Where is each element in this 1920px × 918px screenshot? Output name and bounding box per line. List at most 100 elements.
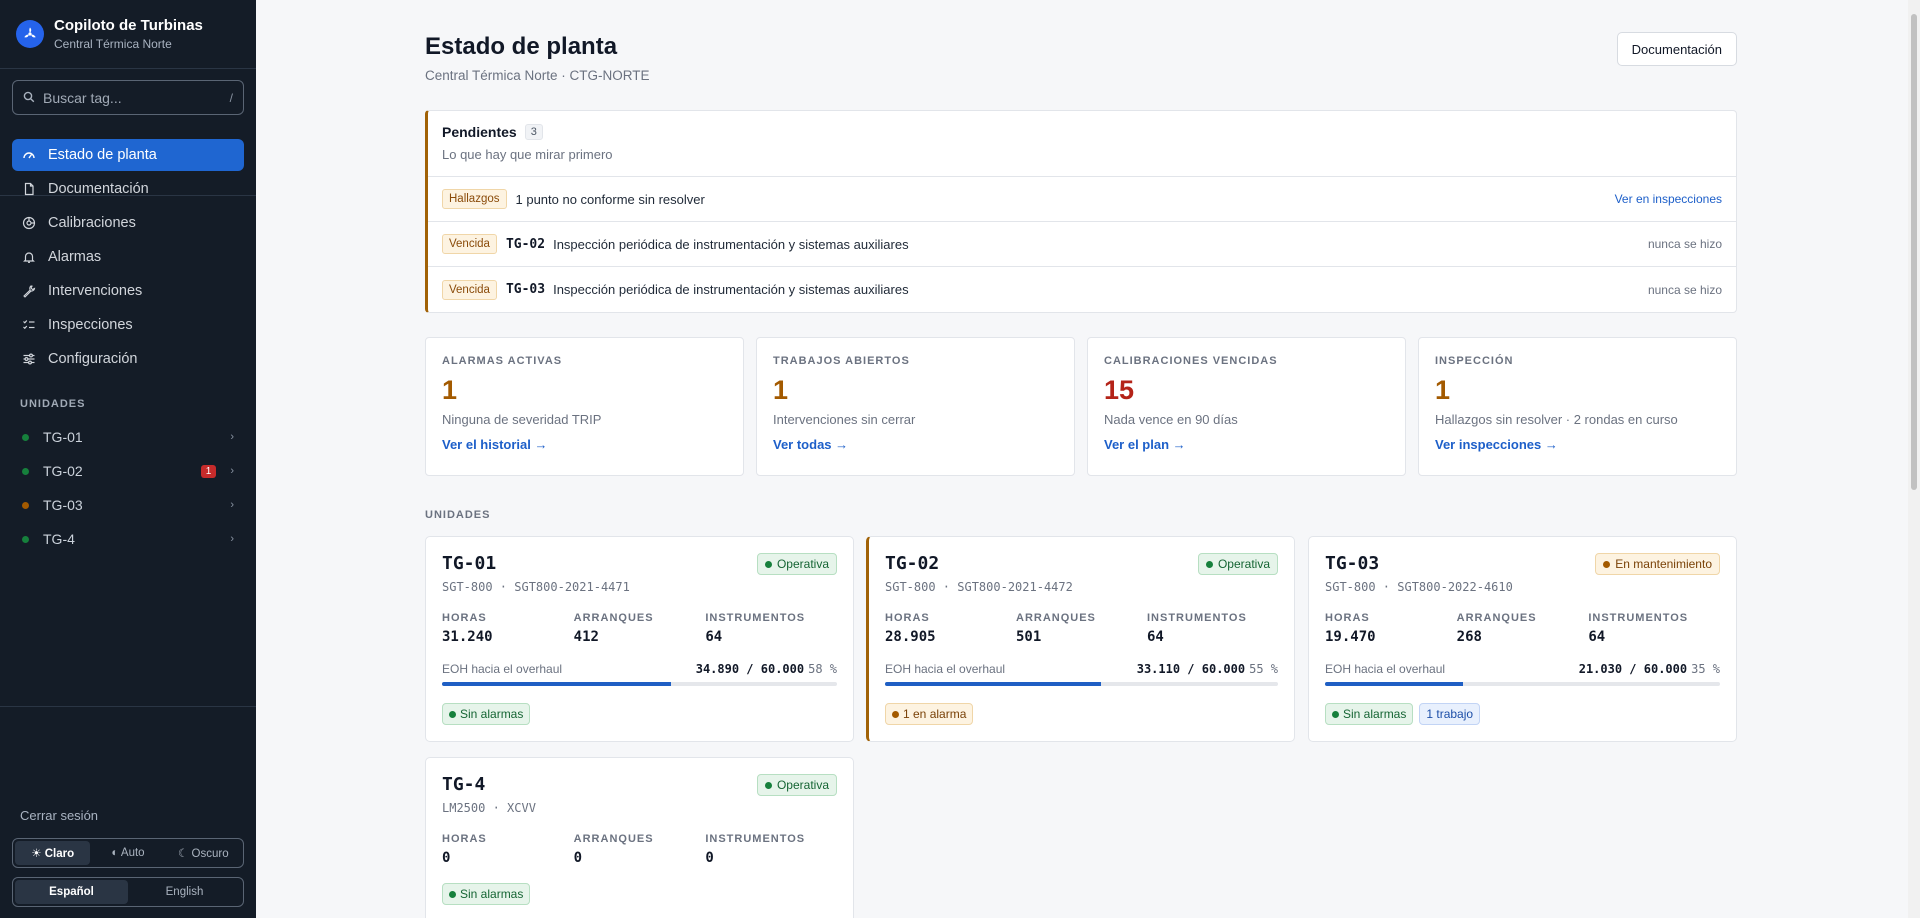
nav-label: Calibraciones bbox=[48, 215, 136, 231]
sidebar-unit-tg-02[interactable]: TG-02 1 › bbox=[12, 454, 244, 488]
status-badge: Operativa bbox=[756, 553, 837, 575]
unit-list: TG-01 › TG-02 1 › TG-03 › TG-4 › bbox=[12, 420, 244, 556]
unit-name: TG-02 bbox=[43, 463, 83, 479]
theme-auto-option[interactable]: ◐ Auto bbox=[90, 841, 165, 865]
starts-value: 0 bbox=[573, 850, 583, 866]
kpi-link[interactable]: Ver inspecciones → bbox=[1435, 437, 1720, 452]
nav-item-calibraciones[interactable]: Calibraciones bbox=[12, 207, 244, 239]
sidebar-unit-tg-01[interactable]: TG-01 › bbox=[12, 420, 244, 454]
hours-label: HORAS bbox=[885, 612, 930, 624]
documentation-button[interactable]: Documentación bbox=[1616, 32, 1737, 66]
language-switcher: Español English bbox=[12, 877, 244, 907]
nav-item-estado-de-planta[interactable]: Estado de planta bbox=[12, 139, 244, 171]
eoh-progress-fill bbox=[885, 682, 1102, 686]
pending-text: Inspección periódica de instrumentación … bbox=[553, 236, 909, 252]
hours-label: HORAS bbox=[442, 833, 487, 845]
unit-card-tg-4[interactable]: TG-4 LM2500 · XCVV Operativa HORAS 0 ARRA… bbox=[425, 757, 854, 918]
pending-description: Lo que hay que mirar primero bbox=[442, 147, 613, 162]
pending-title: Pendientes bbox=[442, 124, 517, 140]
eoh-value: 34.890 / 60.000 bbox=[695, 662, 805, 676]
alarm-status-chip: Sin alarmas bbox=[1325, 703, 1414, 725]
status-badge: En mantenimiento bbox=[1595, 553, 1720, 575]
chevron-right-icon: › bbox=[230, 431, 234, 443]
theme-dark-option[interactable]: ☾ Oscuro bbox=[166, 841, 241, 865]
sidebar: Copiloto de Turbinas Central Térmica Nor… bbox=[0, 0, 256, 918]
starts-label: ARRANQUES bbox=[573, 833, 654, 845]
starts-value: 501 bbox=[1016, 629, 1042, 645]
pending-row[interactable]: Vencida TG-02 Inspección periódica de in… bbox=[428, 222, 1736, 267]
logout-link[interactable]: Cerrar sesión bbox=[20, 808, 98, 823]
unit-model: SGT-800 · SGT800-2021-4472 bbox=[885, 580, 1073, 594]
kpi-link[interactable]: Ver todas → bbox=[773, 437, 1058, 452]
pending-tag: Vencida bbox=[442, 234, 497, 254]
page-title: Estado de planta bbox=[425, 33, 618, 60]
kpi-card-inspection: INSPECCIÓN 1 Hallazgos sin resolver · 2 … bbox=[1418, 337, 1737, 476]
hours-value: 0 bbox=[442, 850, 451, 866]
sidebar-divider bbox=[0, 706, 256, 707]
starts-value: 412 bbox=[573, 629, 599, 645]
pending-text: Inspección periódica de instrumentación … bbox=[553, 282, 909, 297]
view-in-inspections-link[interactable]: Ver en inspecciones bbox=[1615, 192, 1722, 206]
hours-label: HORAS bbox=[1325, 612, 1370, 624]
instruments-label: INSTRUMENTOS bbox=[1147, 612, 1247, 624]
status-text: Operativa bbox=[776, 778, 829, 792]
lang-en-option[interactable]: English bbox=[128, 880, 241, 904]
kpi-card-open-jobs: TRABAJOS ABIERTOS 1 Intervenciones sin c… bbox=[756, 337, 1075, 476]
chip-label: Sin alarmas bbox=[460, 887, 524, 901]
unit-card-tg-01[interactable]: TG-01 SGT-800 · SGT800-2021-4471 Operati… bbox=[425, 536, 854, 742]
status-dot bbox=[1332, 710, 1339, 718]
eoh-progress-fill bbox=[1325, 682, 1464, 686]
nav-label: Alarmas bbox=[48, 249, 102, 265]
nav-item-inspecciones[interactable]: Inspecciones bbox=[12, 309, 244, 341]
kpi-description: Hallazgos sin resolver · 2 rondas en cur… bbox=[1435, 412, 1678, 427]
sidebar-unit-tg-4[interactable]: TG-4 › bbox=[12, 522, 244, 556]
hours-value: 28.905 bbox=[885, 629, 936, 645]
unit-card-tg-03[interactable]: TG-03 SGT-800 · SGT800-2022-4610 En mant… bbox=[1308, 536, 1737, 742]
nav-item-configuracion[interactable]: Configuración bbox=[12, 343, 244, 375]
status-dot bbox=[22, 501, 29, 509]
nav-item-alarmas[interactable]: Alarmas bbox=[12, 241, 244, 273]
search-input[interactable] bbox=[43, 89, 230, 106]
kpi-label: ALARMAS ACTIVAS bbox=[442, 355, 563, 367]
pending-row: Hallazgos 1 punto no conforme sin resolv… bbox=[428, 177, 1736, 222]
kpi-link[interactable]: Ver el historial → bbox=[442, 437, 727, 452]
eoh-progress-bar bbox=[442, 682, 837, 686]
eoh-value: 21.030 / 60.000 bbox=[1578, 662, 1688, 676]
search-icon bbox=[23, 90, 35, 106]
kpi-link[interactable]: Ver el plan → bbox=[1104, 437, 1389, 452]
kpi-card-alarms: ALARMAS ACTIVAS 1 Ninguna de severidad T… bbox=[425, 337, 744, 476]
status-dot bbox=[22, 433, 29, 441]
work-order-chip: 1 trabajo bbox=[1419, 703, 1481, 725]
alarm-status-chip: Sin alarmas bbox=[442, 703, 531, 725]
unit-name: TG-03 bbox=[43, 497, 83, 513]
nav-item-intervenciones[interactable]: Intervenciones bbox=[12, 275, 244, 307]
unit-card-tg-02[interactable]: TG-02 SGT-800 · SGT800-2021-4472 Operati… bbox=[866, 536, 1295, 742]
chevron-right-icon: › bbox=[230, 533, 234, 545]
eoh-label: EOH hacia el overhaul bbox=[885, 662, 1006, 676]
nav-item-documentacion[interactable]: Documentación bbox=[12, 173, 244, 205]
search-box[interactable]: / bbox=[12, 80, 244, 115]
bell-icon bbox=[23, 252, 35, 263]
unit-name: TG-4 bbox=[43, 531, 75, 547]
unit-name: TG-01 bbox=[442, 553, 497, 574]
status-dot bbox=[449, 890, 456, 898]
scrollbar-thumb[interactable] bbox=[1911, 14, 1917, 490]
nav-label: Estado de planta bbox=[48, 147, 157, 163]
plant-name: Central Térmica Norte bbox=[54, 37, 172, 51]
alarm-status-chip: Sin alarmas bbox=[442, 883, 531, 905]
pending-row[interactable]: Vencida TG-03 Inspección periódica de in… bbox=[428, 267, 1736, 312]
page-scrollbar[interactable] bbox=[1908, 0, 1920, 918]
sidebar-unit-tg-03[interactable]: TG-03 › bbox=[12, 488, 244, 522]
kpi-value: 1 bbox=[1435, 375, 1451, 405]
kpi-value: 15 bbox=[1104, 375, 1135, 405]
lang-es-option[interactable]: Español bbox=[15, 880, 128, 904]
brand[interactable]: Copiloto de Turbinas Central Térmica Nor… bbox=[0, 0, 256, 69]
status-dot bbox=[764, 781, 772, 789]
unit-name: TG-02 bbox=[885, 553, 940, 574]
starts-label: ARRANQUES bbox=[573, 612, 654, 624]
eoh-percent: 55 % bbox=[1249, 662, 1278, 676]
theme-light-option[interactable]: ☀ Claro bbox=[15, 841, 91, 865]
pending-unit: TG-02 bbox=[505, 236, 546, 252]
nav-label: Documentación bbox=[48, 181, 149, 197]
main-nav: Estado de planta Documentación Calibraci… bbox=[12, 139, 244, 377]
